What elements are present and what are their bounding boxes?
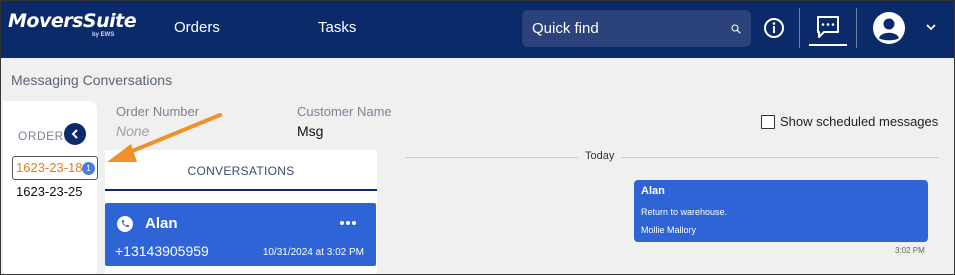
message-author: Mollie Mallory (641, 225, 697, 235)
messages-icon[interactable] (810, 6, 846, 46)
order-item-active[interactable]: 1623-23-18 1 (12, 156, 98, 180)
customer-name-label: Customer Name (297, 104, 392, 119)
conversation-contact-name: Alan (145, 215, 178, 232)
conversation-card[interactable]: Alan +13143905959 10/31/2024 at 3:02 PM (105, 203, 376, 266)
message-bubble: Alan Return to warehouse. Mollie Mallory (634, 180, 928, 242)
search-icon[interactable] (731, 19, 741, 39)
message-time: 3:02 PM (895, 246, 925, 255)
conversation-timestamp: 10/31/2024 at 3:02 PM (262, 247, 364, 258)
phone-icon (117, 216, 133, 232)
info-icon[interactable] (763, 17, 785, 39)
show-scheduled-label: Show scheduled messages (780, 114, 939, 129)
order-number-label: Order Number (116, 104, 200, 119)
chevron-left-icon (71, 129, 78, 139)
quick-find-box[interactable] (522, 10, 751, 47)
tab-conversations[interactable]: CONVERSATIONS (105, 150, 377, 191)
message-text: Return to warehouse. (641, 207, 728, 217)
orders-sidebar: ORDERS 1623-23-18 1 1623-23-25 (3, 101, 98, 275)
chevron-down-icon[interactable] (924, 20, 938, 34)
conversations-panel: CONVERSATIONS Alan +13143905959 10/31/20… (105, 150, 377, 275)
order-number: 1623-23-25 (16, 184, 83, 199)
message-sender: Alan (641, 185, 665, 197)
quick-find-input[interactable] (532, 20, 731, 37)
show-scheduled-checkbox[interactable] (761, 114, 775, 129)
moverssuite-logo[interactable]: MoversSuite by EWS (8, 10, 137, 50)
nav-divider (799, 8, 800, 48)
day-separator-label: Today (578, 150, 622, 162)
order-number: 1623-23-18 (16, 160, 83, 175)
collapse-sidebar-button[interactable] (64, 123, 86, 145)
unread-count-badge: 1 (82, 162, 95, 175)
logo-text: MoversSuite (8, 10, 137, 32)
order-item[interactable]: 1623-23-25 (12, 184, 87, 199)
order-number-value: None (116, 123, 150, 139)
customer-name-value: Msg (297, 123, 324, 139)
more-options-icon[interactable] (338, 216, 358, 230)
user-avatar-icon[interactable] (872, 11, 906, 45)
messages-active-indicator (809, 44, 847, 46)
nav-orders[interactable]: Orders (174, 19, 220, 36)
day-separator-line (405, 157, 939, 158)
conversation-phone-number: +13143905959 (115, 243, 209, 259)
show-scheduled-toggle[interactable]: Show scheduled messages (761, 114, 938, 129)
nav-divider (856, 8, 857, 48)
nav-tasks[interactable]: Tasks (318, 19, 356, 36)
page-title: Messaging Conversations (11, 72, 173, 88)
logo-subtext: by EWS (92, 32, 115, 38)
top-navigation-bar: MoversSuite by EWS Orders Tasks (0, 0, 955, 58)
